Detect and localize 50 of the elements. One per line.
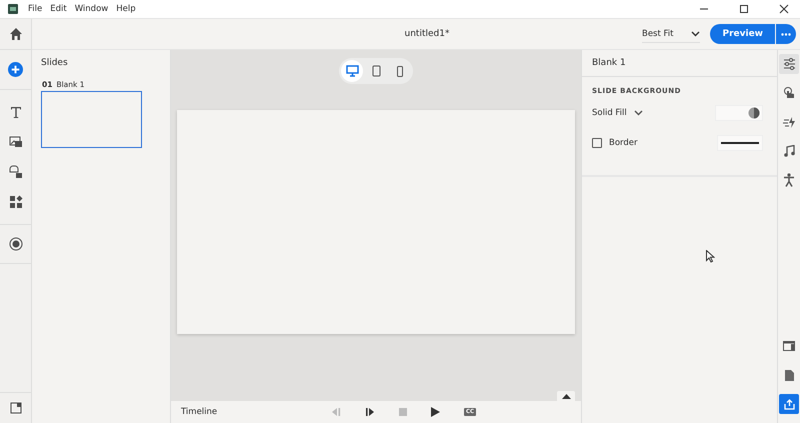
slide-thumbnail[interactable]: [41, 91, 142, 148]
record-icon[interactable]: [8, 237, 22, 251]
document-title: untitled1*: [404, 29, 450, 39]
caret-icon: [562, 394, 570, 398]
lightning-icon: [782, 116, 796, 128]
next-icon[interactable]: [365, 407, 375, 417]
tablet-icon: [372, 65, 380, 77]
more-icon: [781, 32, 791, 36]
preview-button[interactable]: Preview: [710, 24, 775, 44]
accessibility-icon: [783, 173, 795, 187]
color-swatch[interactable]: [715, 105, 763, 121]
timeline-label: Timeline: [181, 407, 218, 417]
interaction-icon[interactable]: [8, 165, 22, 179]
desktop-button[interactable]: [341, 60, 363, 82]
expand-timeline-button[interactable]: [557, 391, 575, 401]
menu-item[interactable]: Window: [74, 4, 108, 14]
panel-title: Slides: [41, 58, 69, 68]
slide-view-icon[interactable]: [783, 341, 795, 351]
app-logo-icon: [8, 4, 18, 14]
document-icon[interactable]: [784, 370, 794, 380]
chevron-icon: [634, 110, 643, 116]
mouse-cursor-icon: [706, 250, 715, 263]
music-note-icon: [784, 145, 794, 157]
home-icon[interactable]: [8, 27, 22, 41]
chevron-icon: [691, 30, 700, 36]
sliders-icon: [782, 58, 796, 70]
more-button[interactable]: [776, 24, 796, 44]
add-icon[interactable]: [8, 62, 23, 77]
menu-item[interactable]: Help: [116, 4, 136, 14]
share-button[interactable]: [779, 394, 799, 414]
panel-title: Blank 1: [582, 50, 777, 77]
zoom-dropdown[interactable]: Best Fit: [642, 26, 700, 42]
media-icon[interactable]: [8, 135, 22, 149]
menu-item[interactable]: File: [28, 4, 42, 14]
border-checkbox[interactable]: [592, 138, 602, 148]
border-label: Border: [609, 138, 638, 148]
monitor-icon: [346, 65, 358, 77]
panel-icon[interactable]: [10, 402, 22, 414]
text-icon[interactable]: [8, 105, 22, 119]
phone-icon: [397, 66, 403, 76]
share-icon: [784, 398, 794, 410]
close-icon[interactable]: [779, 4, 789, 14]
stroke-style-picker[interactable]: [717, 135, 763, 151]
maximize-icon[interactable]: [739, 4, 749, 14]
widgets-icon[interactable]: [8, 195, 22, 209]
fill-dropdown[interactable]: Solid Fill: [592, 108, 643, 118]
menu-item[interactable]: Edit: [50, 4, 67, 14]
play-icon[interactable]: [431, 407, 440, 417]
hand-pointer-icon: [783, 86, 795, 100]
properties-button[interactable]: [779, 54, 799, 74]
